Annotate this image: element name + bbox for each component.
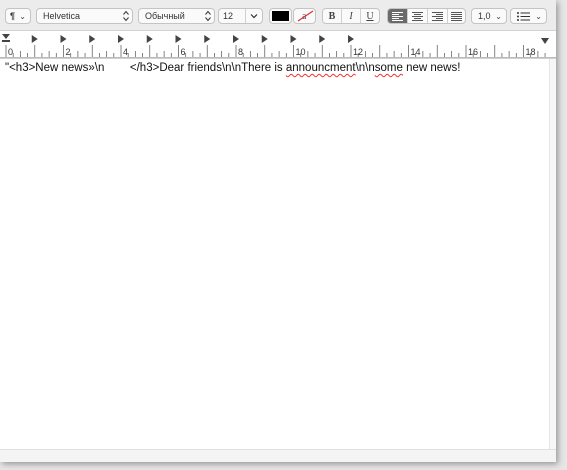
line-spacing-value: 1,0 (478, 11, 491, 21)
tab-stop-marker[interactable] (290, 35, 297, 43)
chevron-down-icon: ⌄ (535, 12, 542, 21)
font-size-value: 12 (223, 11, 234, 21)
text-editor-window: ¶ ⌄ Helvetica Обычный 12 B I U 1,0 ⌄ ⌄ 0… (0, 0, 556, 462)
line-spacing-popup[interactable]: 1,0 ⌄ (471, 8, 507, 24)
italic-button[interactable]: I (342, 9, 361, 23)
tab-stops (31, 35, 354, 43)
paragraph-style-popup[interactable]: ¶ ⌄ (5, 8, 31, 24)
document-text: "<h3>New news»\n </h3>Dear friends\n\nTh… (5, 61, 460, 75)
misspelled-word: some (374, 62, 403, 74)
align-right-button[interactable] (428, 9, 448, 23)
no-color-slash-icon (297, 10, 314, 22)
window-bottom-bar (0, 449, 556, 462)
align-center-button[interactable] (408, 9, 428, 23)
text-run: \n\n (355, 62, 375, 74)
left-indent-marker[interactable] (2, 34, 10, 42)
text-color-well[interactable] (269, 8, 292, 24)
ruler-label: 8 (238, 47, 243, 57)
text-run: new news! (402, 62, 461, 74)
list-style-popup[interactable]: ⌄ (510, 8, 547, 24)
ruler-label: 6 (181, 47, 186, 57)
ruler-label: 12 (353, 47, 363, 57)
text-color-swatch (272, 11, 289, 21)
tab-stop-marker[interactable] (146, 35, 153, 43)
list-bullets-icon (517, 12, 530, 21)
align-justify-button[interactable] (448, 9, 465, 23)
vertical-scrollbar[interactable] (549, 59, 556, 449)
tab-stop-marker[interactable] (118, 35, 124, 43)
chevron-down-icon[interactable] (250, 13, 258, 19)
text-style-segment: B I U (322, 8, 380, 24)
alignment-segment (387, 8, 466, 24)
tab-stop-marker[interactable] (175, 35, 182, 43)
font-style-value: Обычный (145, 11, 185, 21)
updown-arrows-icon (123, 10, 129, 22)
tab-stop-marker[interactable] (233, 35, 239, 43)
ruler-label: 10 (296, 47, 306, 57)
ruler-label: 0 (8, 47, 13, 57)
ruler[interactable]: 0 2 4 6 8 10 12 14 16 18 (0, 31, 556, 59)
document-text-area[interactable]: "<h3>New news»\n </h3>Dear friends\n\nTh… (0, 59, 549, 449)
ruler-label: 14 (411, 47, 421, 57)
ruler-label: 4 (123, 47, 128, 57)
bold-button[interactable]: B (323, 9, 342, 23)
text-run: "<h3>New news»\n </h3>Dear friends\n\nTh… (5, 62, 286, 74)
chevron-down-icon: ⌄ (495, 12, 502, 21)
align-center-icon (412, 11, 423, 21)
font-family-value: Helvetica (43, 11, 81, 21)
tab-stop-marker[interactable] (60, 35, 67, 43)
ruler-scale: 0 2 4 6 8 10 12 14 16 18 (0, 34, 556, 58)
align-justify-icon (451, 11, 462, 21)
underline-button[interactable]: U (361, 9, 379, 23)
align-left-button[interactable] (388, 9, 408, 23)
updown-arrows-icon (205, 10, 211, 22)
ruler-label: 16 (468, 47, 478, 57)
ruler-label: 2 (66, 47, 71, 57)
font-style-popup[interactable]: Обычный (138, 8, 215, 24)
ruler-label: 18 (526, 47, 536, 57)
format-toolbar: ¶ ⌄ Helvetica Обычный 12 B I U 1,0 ⌄ ⌄ (0, 0, 556, 31)
combo-divider (245, 9, 246, 23)
tab-stop-marker[interactable] (348, 35, 354, 43)
paragraph-icon: ¶ (10, 11, 16, 21)
align-left-icon (392, 11, 403, 21)
align-right-icon (432, 11, 443, 21)
tab-stop-marker[interactable] (204, 35, 211, 43)
misspelled-word: announcment (285, 62, 356, 74)
tab-stop-marker[interactable] (89, 35, 96, 43)
highlight-color-well[interactable]: a (293, 8, 316, 24)
tab-stop-marker[interactable] (261, 35, 268, 43)
chevron-down-icon: ⌄ (19, 12, 26, 21)
tab-stop-marker[interactable] (31, 35, 38, 43)
font-size-combo[interactable]: 12 (218, 8, 263, 24)
tab-stop-marker[interactable] (319, 35, 326, 43)
font-family-popup[interactable]: Helvetica (36, 8, 133, 24)
right-indent-marker[interactable] (541, 38, 549, 44)
